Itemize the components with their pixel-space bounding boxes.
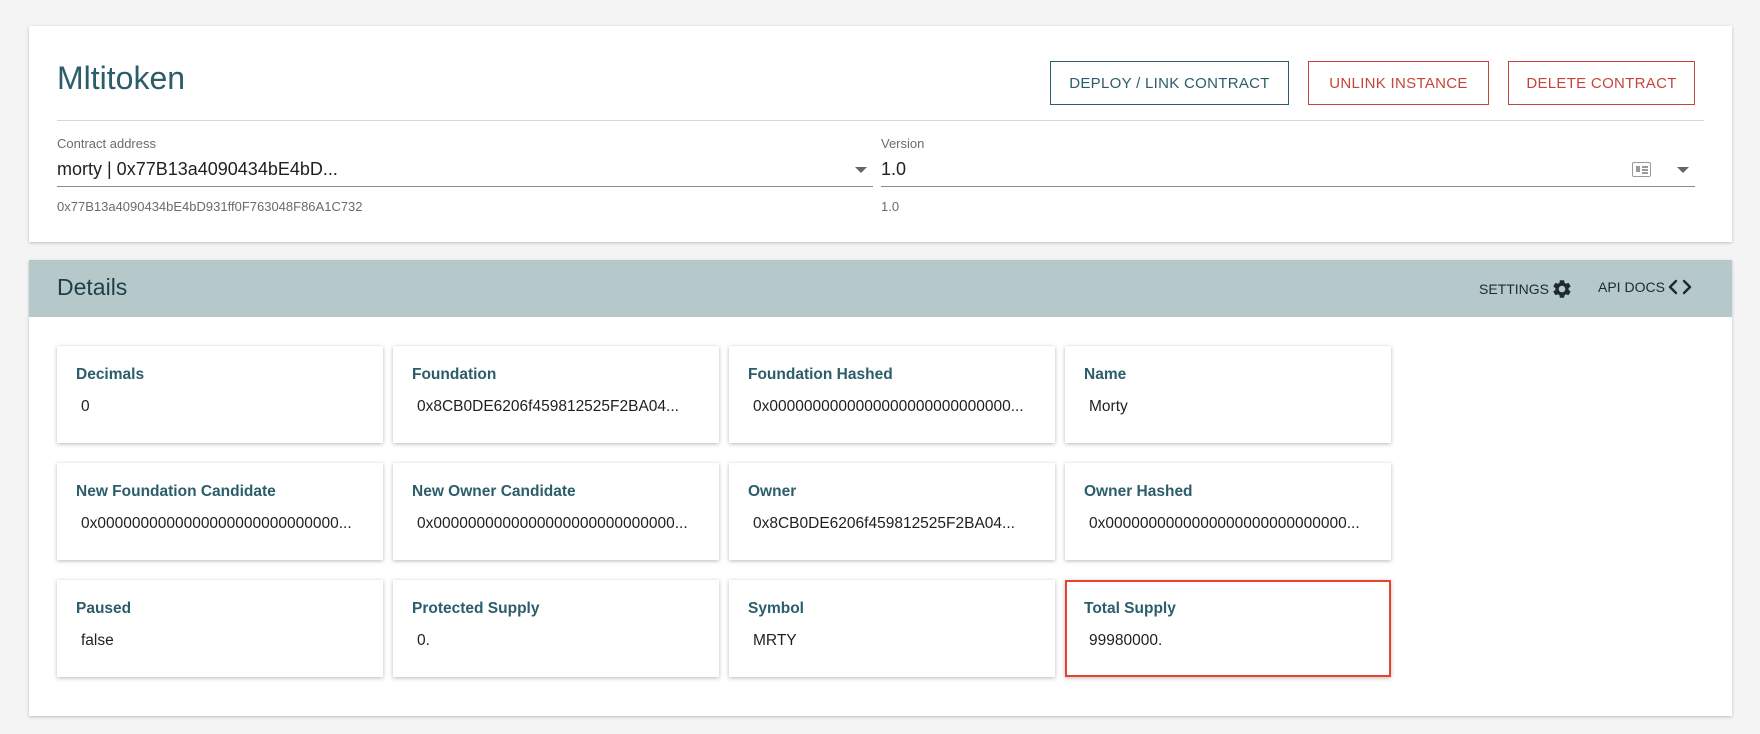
- details-title: Details: [57, 274, 128, 300]
- property-card-protected-supply: Protected Supply 0.: [393, 580, 719, 677]
- property-value: 0.: [417, 632, 430, 649]
- property-card-foundation: Foundation 0x8CB0DE6206f459812525F2BA04.…: [393, 346, 719, 443]
- property-card-decimals: Decimals 0: [57, 346, 383, 443]
- property-value: 0x0000000000000000000000000000...: [81, 515, 352, 532]
- contract-header-card: Mltitoken DEPLOY / LINK CONTRACT UNLINK …: [29, 26, 1732, 242]
- property-value: Morty: [1089, 398, 1128, 415]
- property-label: Foundation: [412, 366, 497, 383]
- details-card-icon[interactable]: [1632, 162, 1651, 177]
- property-value: false: [81, 632, 114, 649]
- property-value: 99980000.: [1089, 632, 1163, 649]
- property-label: Foundation Hashed: [748, 366, 893, 383]
- version-label: Version: [881, 136, 925, 151]
- property-card-name: Name Morty: [1065, 346, 1391, 443]
- property-value: MRTY: [753, 632, 797, 649]
- version-value: 1.0: [881, 159, 907, 179]
- settings-label: SETTINGS: [1479, 281, 1550, 297]
- property-label: Symbol: [748, 600, 804, 617]
- property-label: New Owner Candidate: [412, 483, 576, 500]
- page-title: Mltitoken: [57, 60, 186, 96]
- header-divider: [57, 120, 1704, 121]
- property-card-symbol: Symbol MRTY: [729, 580, 1055, 677]
- contract-address-label: Contract address: [57, 136, 156, 151]
- property-value: 0x0000000000000000000000000000...: [417, 515, 688, 532]
- property-card-total-supply: Total Supply 99980000.: [1065, 580, 1391, 677]
- version-helper: 1.0: [881, 199, 900, 214]
- details-header-bar: Details SETTINGS API DOCS: [29, 260, 1732, 317]
- unlink-instance-button[interactable]: UNLINK INSTANCE: [1308, 61, 1489, 105]
- property-label: New Foundation Candidate: [76, 483, 276, 500]
- chevron-down-icon[interactable]: [855, 167, 867, 173]
- contract-address-value: morty | 0x77B13a4090434bE4bD...: [57, 159, 338, 179]
- contract-address-field: Contract address morty | 0x77B13a4090434…: [57, 136, 873, 214]
- property-label: Owner Hashed: [1084, 483, 1193, 500]
- chevron-down-icon[interactable]: [1677, 167, 1689, 173]
- property-label: Name: [1084, 366, 1127, 383]
- settings-button[interactable]: SETTINGS: [1479, 278, 1573, 300]
- property-label: Total Supply: [1084, 600, 1176, 617]
- property-card-paused: Paused false: [57, 580, 383, 677]
- property-label: Protected Supply: [412, 600, 540, 617]
- deploy-link-contract-button[interactable]: DEPLOY / LINK CONTRACT: [1050, 61, 1289, 105]
- gear-icon: [1551, 278, 1573, 300]
- property-card-new-foundation-candidate: New Foundation Candidate 0x0000000000000…: [57, 463, 383, 560]
- api-docs-button[interactable]: API DOCS: [1598, 278, 1693, 296]
- version-field: Version 1.0 1.0: [881, 136, 1695, 214]
- property-label: Decimals: [76, 366, 145, 383]
- contract-address-helper: 0x77B13a4090434bE4bD931ff0F763048F86A1C7…: [57, 199, 363, 214]
- property-value: 0x8CB0DE6206f459812525F2BA04...: [753, 515, 1015, 532]
- contract-address-select[interactable]: morty | 0x77B13a4090434bE4bD...: [57, 155, 873, 187]
- property-card-owner-hashed: Owner Hashed 0x0000000000000000000000000…: [1065, 463, 1391, 560]
- property-value: 0x0000000000000000000000000000...: [753, 398, 1024, 415]
- property-card-foundation-hashed: Foundation Hashed 0x00000000000000000000…: [729, 346, 1055, 443]
- property-value: 0x8CB0DE6206f459812525F2BA04...: [417, 398, 679, 415]
- version-select[interactable]: 1.0: [881, 155, 1695, 187]
- property-label: Owner: [748, 483, 797, 500]
- api-docs-label: API DOCS: [1598, 279, 1665, 295]
- details-card: Details SETTINGS API DOCS Decimals 0 Fou…: [29, 260, 1732, 716]
- property-value: 0: [81, 398, 90, 415]
- delete-contract-button[interactable]: DELETE CONTRACT: [1508, 61, 1695, 105]
- code-icon: [1667, 278, 1693, 296]
- property-card-new-owner-candidate: New Owner Candidate 0x000000000000000000…: [393, 463, 719, 560]
- property-card-owner: Owner 0x8CB0DE6206f459812525F2BA04...: [729, 463, 1055, 560]
- property-label: Paused: [76, 600, 132, 617]
- property-value: 0x0000000000000000000000000000...: [1089, 515, 1360, 532]
